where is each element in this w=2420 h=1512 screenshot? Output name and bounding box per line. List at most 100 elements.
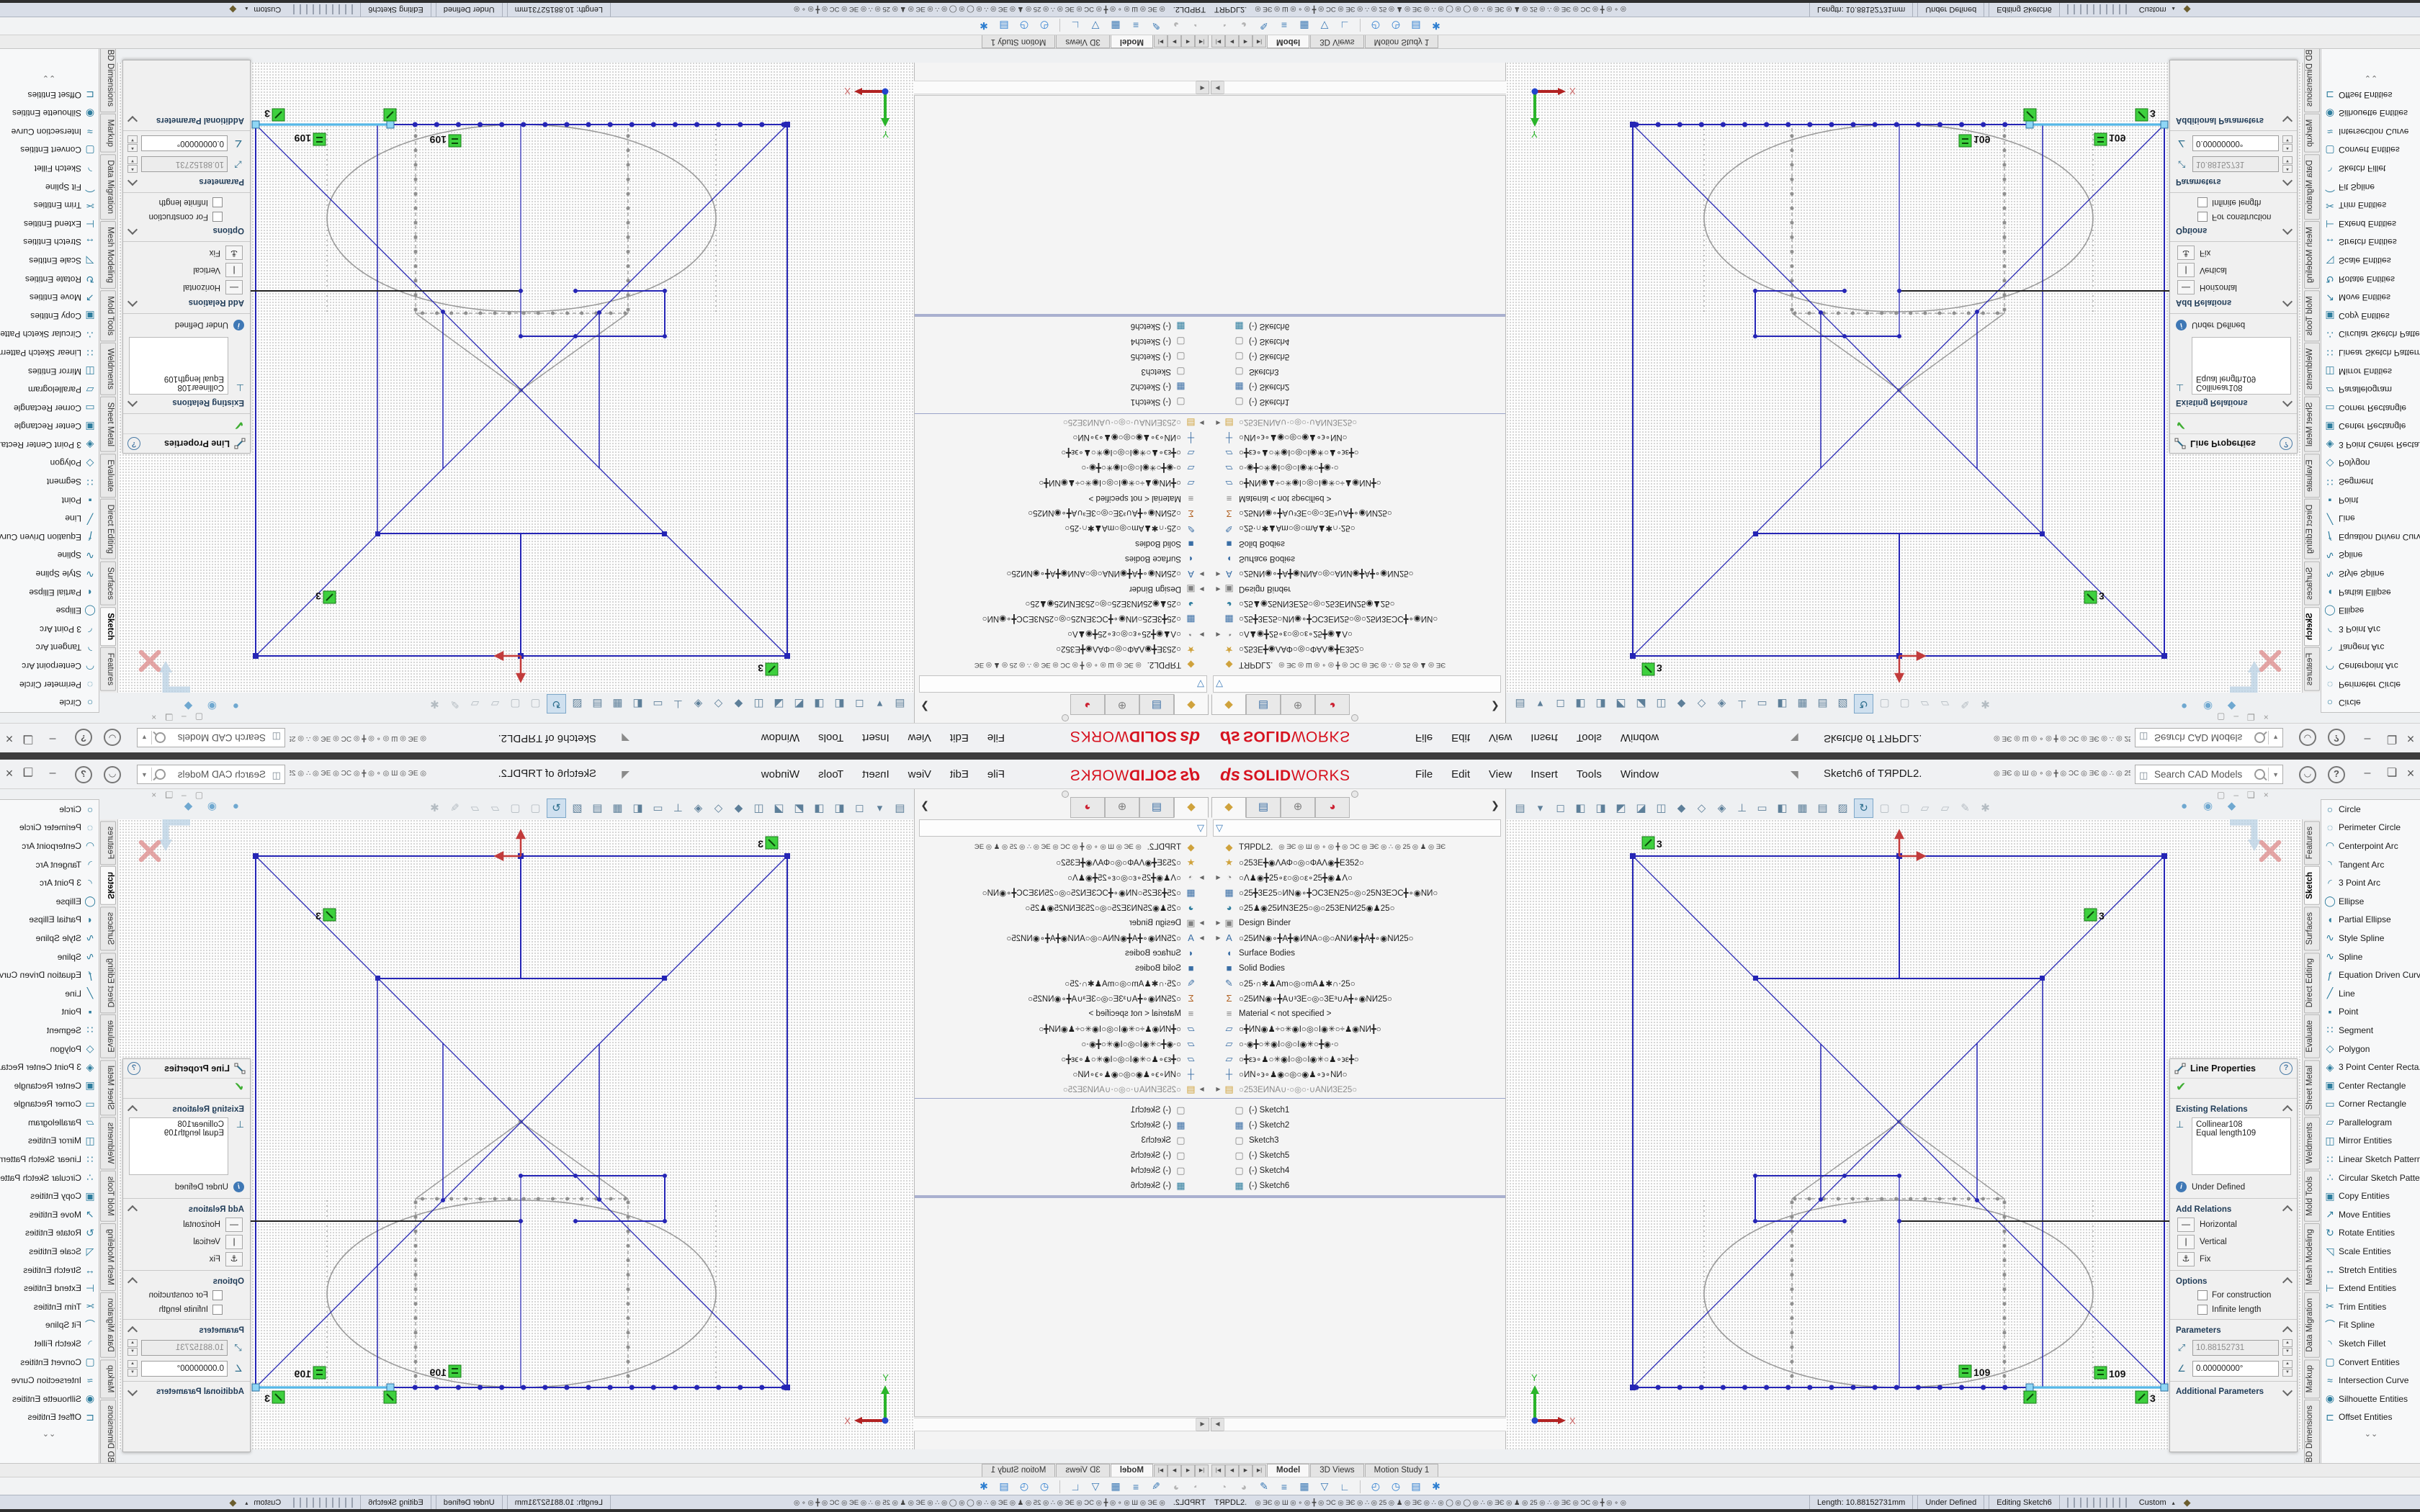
view-trimetric-icon[interactable]: ◈ <box>689 696 707 714</box>
tool-centerpoint-arc[interactable]: ◠Centerpoint Arc <box>2321 657 2420 675</box>
tree-item[interactable]: ▱○⋅◉╋○✳◉Ι○◎○Ι◉✳○╋◉⋅○ <box>1210 461 1505 476</box>
rollback-separator[interactable] <box>915 411 1210 414</box>
length-field[interactable]: 10.88152731 <box>2192 157 2279 173</box>
options-header[interactable]: Options <box>2170 224 2297 239</box>
tab-nav-icon[interactable]: ◀ <box>1225 35 1239 48</box>
tree-item[interactable]: ◖Surface Bodies <box>915 552 1210 567</box>
relations-listbox[interactable]: Collinear108Equal length109 <box>2192 1117 2291 1175</box>
settings-gear-icon[interactable]: ✱ <box>426 799 444 817</box>
tool-equation-driven-curve[interactable]: ƒEquation Driven Curve <box>0 528 99 546</box>
tab-model[interactable]: Model <box>1111 1464 1153 1477</box>
tab-markup[interactable]: Markup <box>100 114 116 153</box>
tab-configurationmanager[interactable]: ⊕ <box>1281 694 1315 715</box>
relation-list-item[interactable]: Collinear108 <box>133 1120 224 1129</box>
tree-item[interactable]: Σ○25ИΝ◉∘╋Α∪³3Ε○◎○3Ε³∪Α╋∘◉ΝИ25○ <box>915 991 1210 1006</box>
checkbox[interactable] <box>212 212 223 222</box>
tree-item[interactable]: Σ○25ИΝ◉∘╋Α∪³3Ε○◎○3Ε³∪Α╋∘◉ΝИ25○ <box>1210 506 1505 521</box>
scene-sphere-icon[interactable]: ◉ <box>203 797 221 815</box>
tree-item[interactable]: ▱○╋ε϶∘♟○✳◉Ι○◎○Ι◉✳○♟∘϶ε╋○ <box>915 446 1210 461</box>
additional-parameters-header[interactable]: Additional Parameters <box>2170 114 2297 128</box>
scroll-left-icon[interactable]: ◀ <box>1211 1418 1224 1431</box>
tool-trim-entities[interactable]: ✂Trim Entities <box>0 1297 99 1316</box>
tree-item[interactable]: ▱○╋ИΝ◉♟÷○✳◉Ι○◎○Ι◉✳○÷♟◉ΝИ╋○ <box>1210 1021 1505 1036</box>
parameters-header[interactable]: Parameters <box>123 175 250 190</box>
tree-item[interactable]: Σ○25ИΝ◉∘╋Α∪³3Ε○◎○3Ε³∪Α╋∘◉ΝИ25○ <box>1210 991 1505 1006</box>
pin-icon[interactable]: ◥ <box>1791 734 1801 744</box>
tool-circular-sketch-pattern[interactable]: ∴Circular Sketch Pattern <box>0 1169 99 1187</box>
tree-item[interactable]: ▶A○25ИΝ◉∘╋Α╋◉ИΝΑ○◎○ΑΝИ◉╋Α╋∘◉ΝИ25○ <box>915 930 1210 945</box>
expand-arrow-icon[interactable]: ▶ <box>1197 935 1206 941</box>
tool-silhouette-entities[interactable]: ◉Silhouette Entities <box>2321 1390 2420 1408</box>
tool-point[interactable]: ▪Point <box>0 491 99 510</box>
tool-point[interactable]: ▪Point <box>2321 1003 2420 1022</box>
horizontal-relation-button[interactable]: —Horizontal <box>123 1216 250 1233</box>
tool-mirror-entities[interactable]: ◫Mirror Entities <box>0 362 99 381</box>
equal-relation-badge[interactable]: 109 <box>294 132 326 145</box>
tool-offset-entities[interactable]: ⊏Offset Entities <box>2321 1408 2420 1427</box>
view-front-icon[interactable]: ◻ <box>1551 696 1569 714</box>
menu-item-insert[interactable]: Insert <box>862 768 889 780</box>
view-isometric-icon[interactable]: ◆ <box>1672 799 1690 817</box>
time-camera-icon[interactable]: ◷ <box>1016 19 1032 32</box>
hidden-types-icon[interactable]: ▢ <box>1876 799 1894 817</box>
scroll-left-icon[interactable]: ◀ <box>1211 81 1224 94</box>
relation-list-item[interactable]: Collinear108 <box>2196 1120 2287 1129</box>
open-document-icon[interactable]: ▤ <box>1511 799 1529 817</box>
curvature-icon[interactable]: ▱ <box>1936 696 1954 714</box>
save-animation-icon[interactable]: ▤ <box>996 1480 1012 1493</box>
expand-arrow-icon[interactable]: ▶ <box>1214 631 1223 638</box>
tool-intersection-curve[interactable]: ≈Intersection Curve <box>2321 1371 2420 1390</box>
rollback-separator[interactable] <box>915 1098 1210 1101</box>
collinear-relation-badge[interactable]: 3 <box>758 837 778 850</box>
tree-item[interactable]: ▶◔○Λ♟◉╋25∘ε○◎○ε∘25╋◉♟Λ○ <box>915 627 1210 642</box>
tree-item[interactable]: ▶▤○253ΕИΝΑ∪⋅○◎○⋅∪ΑΝИ3Ε25○ <box>1210 1081 1505 1097</box>
save-animation-icon[interactable]: ▤ <box>1408 1480 1424 1493</box>
tab-sheet-metal[interactable]: Sheet Metal <box>2304 1060 2320 1115</box>
search-dropdown-icon[interactable]: ▼ <box>2269 734 2282 742</box>
tree-item[interactable]: ▶◔○Λ♟◉╋25∘ε○◎○ε∘25╋◉♟Λ○ <box>915 870 1210 885</box>
menu-item-edit[interactable]: Edit <box>1451 768 1470 780</box>
angle-field[interactable]: 0.00000000° <box>141 136 228 152</box>
equal-relation-badge[interactable]: 109 <box>294 1367 326 1380</box>
status-display-mode[interactable]: Custom ▴ <box>245 5 281 14</box>
tab-mesh-modeling[interactable]: Mesh Modeling <box>2304 1223 2320 1291</box>
equal-relation-badge[interactable]: 109 <box>1959 134 1991 147</box>
tab-dimxpertmanager[interactable]: ◕ <box>1315 797 1350 818</box>
rollback-bar[interactable] <box>1210 314 1505 317</box>
tree-filter-field[interactable]: ▽ <box>1213 675 1501 693</box>
tool-extend-entities[interactable]: ⊢Extend Entities <box>2321 215 2420 233</box>
panel-grip[interactable] <box>1062 714 1069 721</box>
tab-data-migration[interactable]: Data Migration <box>2304 1292 2320 1358</box>
exit-sketch-icon[interactable]: ↻ <box>1854 695 1873 714</box>
tree-item[interactable]: ✎○25⋅∩✱♟Αm○◎○mΑ♟✱∩⋅25○ <box>1210 521 1505 536</box>
horizontal-relation-button[interactable]: —Horizontal <box>2170 1216 2297 1233</box>
time-camera-icon[interactable]: ◷ <box>1388 19 1404 32</box>
panel-expand-icon[interactable]: ❯ <box>1491 799 1500 811</box>
tool-polygon[interactable]: ◇Polygon <box>0 454 99 473</box>
tab-sheet-metal[interactable]: Sheet Metal <box>100 1060 116 1115</box>
relation-list-item[interactable]: Collinear108 <box>2196 383 2287 392</box>
filter-icon[interactable]: ▽ <box>1088 1480 1103 1493</box>
existing-relations-header[interactable]: Existing Relations <box>2170 396 2297 411</box>
tool-corner-rectangle[interactable]: ▭Corner Rectangle <box>0 399 99 418</box>
sketch-visibility-icon[interactable]: ▱ <box>1916 696 1934 714</box>
tool-parallelogram[interactable]: ▱Parallelogram <box>0 380 99 399</box>
angle-field[interactable]: 0.00000000° <box>141 1361 228 1377</box>
filmstrip-icon[interactable]: ◔ <box>1216 20 1232 32</box>
add-relations-header[interactable]: Add Relations <box>123 1201 250 1216</box>
relations-listbox[interactable]: Collinear108Equal length109 <box>2192 337 2291 395</box>
tree-item[interactable]: ▢(-) Sketch5 <box>915 1148 1210 1163</box>
view-back-icon[interactable]: ◧ <box>830 799 848 817</box>
expand-arrow-icon[interactable]: ▶ <box>1214 586 1223 593</box>
tree-item[interactable]: ▱○⋅◉╋○✳◉Ι○◎○Ι◉✳○╋◉⋅○ <box>915 1036 1210 1051</box>
search-box[interactable]: ◫ Search CAD Models ▼ <box>2135 728 2283 747</box>
vertical-relation-button[interactable]: |Vertical <box>2170 261 2297 279</box>
search-input[interactable]: Search CAD Models <box>169 732 266 743</box>
tool-spline[interactable]: ∿Spline <box>0 546 99 565</box>
tree-item[interactable]: ▢Sketch3 <box>915 364 1210 379</box>
scene-sphere-icon[interactable]: ◉ <box>2199 797 2217 815</box>
menu-item-file[interactable]: File <box>1415 732 1433 744</box>
tool-sketch-fillet[interactable]: ◝Sketch Fillet <box>2321 1334 2420 1353</box>
tab-sheet-metal[interactable]: Sheet Metal <box>100 397 116 452</box>
tree-item[interactable]: ▢(-) Sketch4 <box>915 334 1210 349</box>
